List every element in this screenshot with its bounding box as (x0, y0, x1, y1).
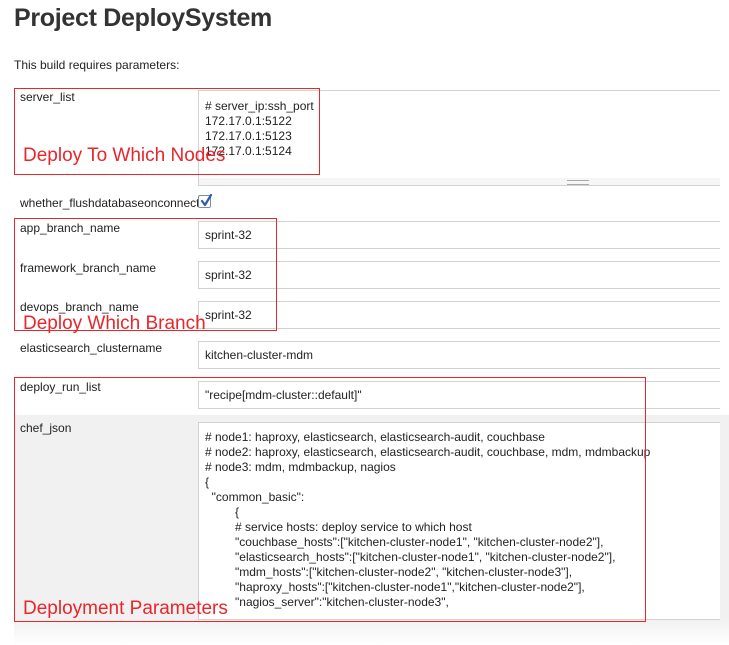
server-list-textarea[interactable]: # server_ip:ssh_port 172.17.0.1:5122 172… (198, 90, 720, 179)
build-parameters-page: Project DeploySystem This build requires… (0, 0, 729, 645)
flush-db-label: whether_flushdatabaseonconnect (20, 196, 200, 210)
devops-branch-input[interactable] (198, 301, 720, 329)
server-list-label: server_list (20, 90, 75, 104)
resize-grip-icon (567, 180, 589, 185)
framework-branch-label: framework_branch_name (20, 261, 157, 275)
server-list-resize-handle[interactable] (198, 178, 720, 186)
nodes-annotation: Deploy To Which Nodes (23, 145, 226, 166)
chef-json-label: chef_json (20, 421, 72, 435)
deploy-run-list-input[interactable] (198, 381, 720, 409)
app-branch-input[interactable] (198, 221, 720, 249)
es-cluster-label: elasticsearch_clustername (20, 341, 163, 355)
page-subtitle: This build requires parameters: (14, 58, 180, 72)
deploy-run-list-label: deploy_run_list (20, 380, 101, 394)
page-title: Project DeploySystem (14, 4, 272, 32)
devops-branch-label: devops_branch_name (20, 300, 139, 314)
es-cluster-input[interactable] (198, 341, 720, 369)
flush-db-checkbox[interactable] (198, 194, 213, 208)
checkmark-icon (200, 194, 213, 207)
branch-annotation: Deploy Which Branch (23, 313, 206, 334)
app-branch-label: app_branch_name (20, 221, 121, 235)
chef-json-textarea[interactable]: # node1: haproxy, elasticsearch, elastic… (198, 422, 720, 620)
bottom-fade (14, 620, 729, 645)
framework-branch-input[interactable] (198, 261, 720, 289)
